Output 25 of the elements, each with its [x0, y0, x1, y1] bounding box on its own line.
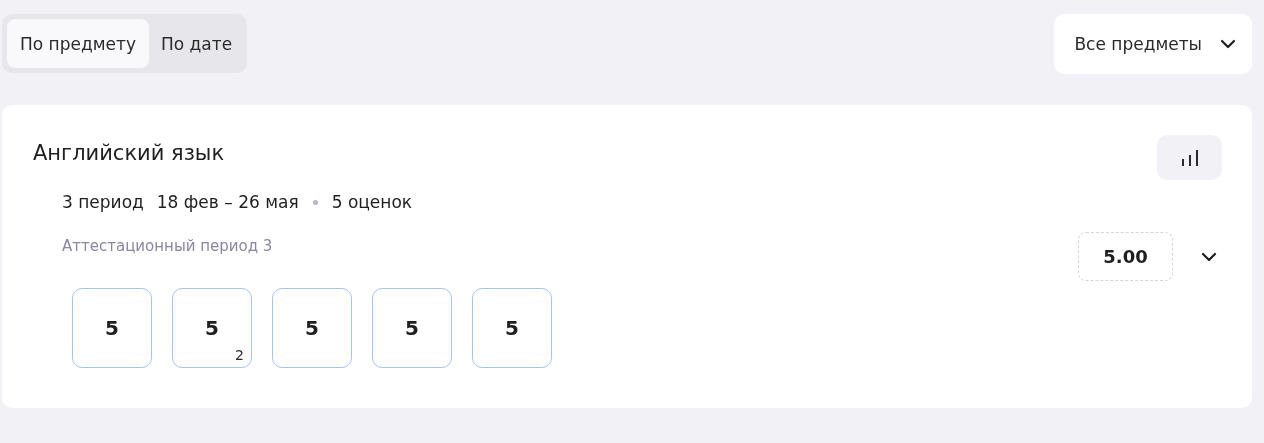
grade-tile[interactable]: 5 [272, 288, 352, 368]
average-grade: 5.00 [1078, 232, 1173, 281]
grades-count: 5 оценок [331, 192, 413, 212]
bar-chart-icon [1180, 149, 1199, 166]
grade-tile[interactable]: 5 [372, 288, 452, 368]
period-dates: 18 фев – 26 мая [156, 192, 299, 212]
grade-value: 5 [105, 316, 119, 340]
subject-dropdown[interactable]: Все предметы [1054, 14, 1252, 74]
view-tab[interactable]: По предмету [7, 19, 149, 68]
grade-tile[interactable]: 5 [72, 288, 152, 368]
separator-dot [312, 199, 318, 205]
chevron-icon [1201, 250, 1217, 263]
statistics-button[interactable] [1157, 135, 1222, 180]
subject-title: Английский язык [33, 141, 225, 165]
grade-value: 5 [505, 316, 519, 340]
grade-tile[interactable]: 5 2 [172, 288, 252, 368]
chevron-icon [1220, 38, 1236, 50]
grade-tile[interactable]: 5 [472, 288, 552, 368]
grade-value: 5 [305, 316, 319, 340]
grade-value: 5 [405, 316, 419, 340]
period-name: Аттестационный период 3 [62, 237, 274, 255]
grade-value: 5 [205, 316, 219, 340]
grade-weight: 2 [235, 347, 244, 363]
view-tab[interactable]: По дате [150, 19, 243, 68]
period-label: 3 период [62, 192, 144, 212]
